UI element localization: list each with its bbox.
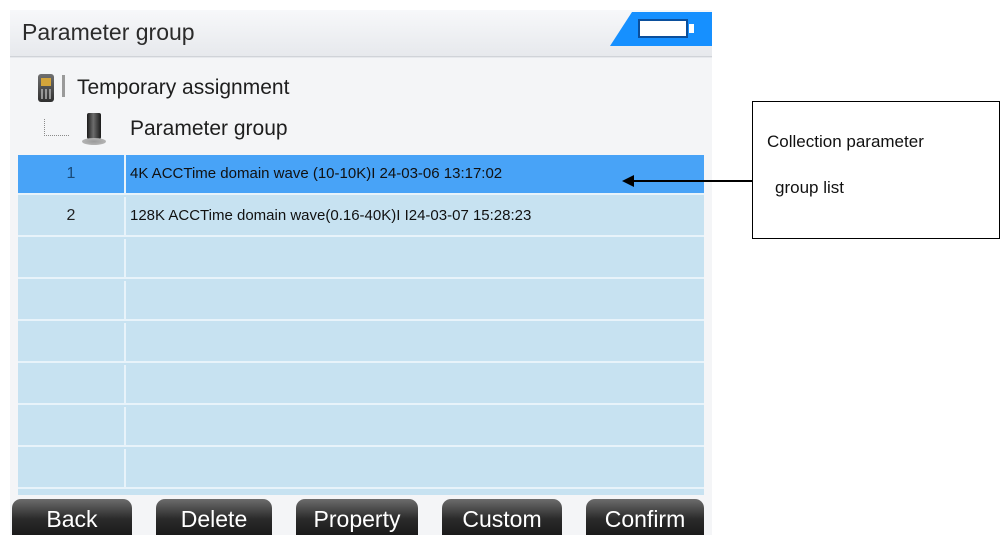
row-index	[18, 407, 126, 445]
table-row[interactable]	[18, 239, 704, 279]
battery-terminal	[689, 24, 694, 33]
table-row[interactable]	[18, 365, 704, 405]
row-index	[18, 281, 126, 319]
custom-button[interactable]: Custom	[442, 499, 562, 535]
table-row[interactable]	[18, 281, 704, 321]
delete-button[interactable]: Delete	[156, 499, 272, 535]
device-screen: Parameter group Temporary assignment Par…	[10, 10, 712, 535]
title-divider	[10, 56, 712, 57]
parameter-group-list: 1 4K ACCTime domain wave (10-10K)I 24-03-…	[18, 155, 704, 495]
handheld-device-icon	[38, 74, 54, 102]
sensor-icon	[82, 113, 106, 147]
row-index	[18, 449, 126, 487]
page-title: Parameter group	[22, 19, 195, 45]
antenna-icon	[62, 75, 65, 97]
confirm-button[interactable]: Confirm	[586, 499, 704, 535]
row-index	[18, 239, 126, 277]
back-button[interactable]: Back	[12, 499, 132, 535]
table-row[interactable]: 1 4K ACCTime domain wave (10-10K)I 24-03-…	[18, 155, 704, 195]
annotation-callout: Collection parameter group list	[752, 101, 1000, 239]
property-button[interactable]: Property	[296, 499, 418, 535]
callout-arrow-icon	[622, 175, 634, 187]
table-row[interactable]	[18, 407, 704, 447]
tree-child-label: Parameter group	[130, 117, 288, 140]
tree-branch-line	[44, 119, 69, 136]
title-bar: Parameter group	[10, 10, 712, 58]
table-row[interactable]	[18, 323, 704, 363]
row-index	[18, 323, 126, 361]
row-index: 2	[18, 197, 126, 235]
button-bar: Back Delete Property Custom Confirm	[10, 497, 712, 535]
row-text: 4K ACCTime domain wave (10-10K)I 24-03-0…	[130, 165, 503, 182]
callout-text-line2: group list	[775, 178, 844, 197]
row-index	[18, 365, 126, 403]
battery-icon	[638, 19, 688, 38]
tree-root-label: Temporary assignment	[77, 76, 290, 99]
callout-line	[628, 180, 752, 182]
table-row[interactable]	[18, 449, 704, 489]
row-index: 1	[18, 155, 126, 193]
tree-node-temporary-assignment[interactable]: Temporary assignment	[38, 74, 289, 102]
table-row[interactable]: 2 128K ACCTime domain wave(0.16-40K)I I24…	[18, 197, 704, 237]
callout-text-line1: Collection parameter	[767, 132, 924, 151]
row-text: 128K ACCTime domain wave(0.16-40K)I I24-…	[130, 207, 532, 224]
